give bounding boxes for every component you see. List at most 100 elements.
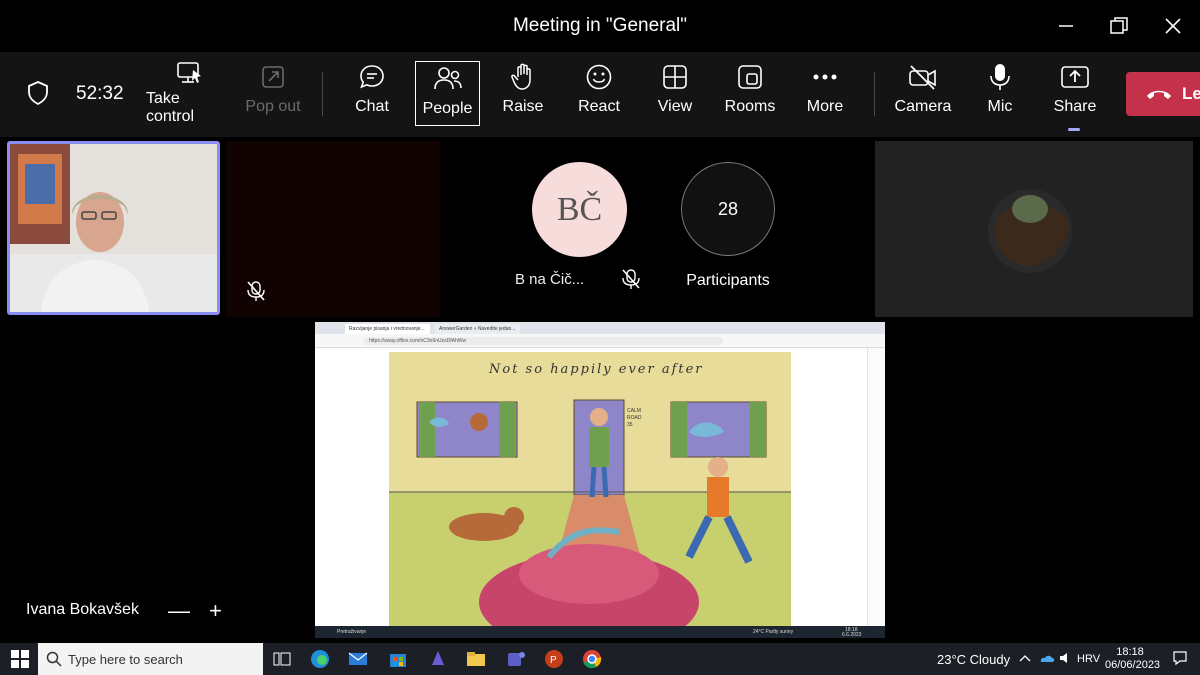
toolbar-divider (322, 72, 323, 116)
raise-hand-icon (511, 63, 531, 90)
chat-label: Chat (355, 98, 389, 115)
teams-icon[interactable] (506, 649, 526, 669)
file-explorer-icon[interactable] (466, 649, 486, 669)
windows-start-icon[interactable] (10, 649, 30, 669)
take-control-button[interactable]: Take control (146, 60, 232, 126)
leave-label: Le (1182, 84, 1200, 103)
clock-time: 18:18 (1116, 646, 1144, 658)
chat-icon (360, 65, 384, 89)
video-tile-bc[interactable] (444, 141, 870, 317)
volume-icon[interactable] (1059, 652, 1073, 667)
mic-off-icon (246, 280, 266, 307)
shared-taskbar-date: 6.6.2023 (842, 632, 862, 638)
language-indicator[interactable]: HRV (1077, 653, 1100, 665)
search-icon (46, 651, 62, 667)
people-icon (433, 67, 462, 90)
presenter-name: Ivana Bokavšek (26, 601, 139, 618)
drawing-title: Not so happily ever after (489, 362, 704, 377)
toolbar-divider (874, 72, 875, 116)
mic-off-icon (621, 268, 641, 295)
share-screen-icon (1061, 66, 1089, 88)
shared-tab-2: AnswerGarden » Navedite jedan... (435, 324, 520, 334)
share-active-indicator (1068, 128, 1080, 131)
mail-icon[interactable] (348, 649, 368, 669)
close-button[interactable] (1153, 10, 1193, 42)
meeting-toolbar: 52:32 Take control Pop out Chat People R… (0, 52, 1200, 137)
zoom-in-button[interactable]: + (209, 598, 222, 624)
window-title: Meeting in "General" (512, 15, 688, 36)
people-label: People (422, 100, 473, 117)
shared-browser-window[interactable]: Razvijanje pisanja i vrednovanje... Answ… (315, 322, 885, 638)
close-icon (1165, 18, 1181, 34)
react-button[interactable]: React (574, 60, 624, 126)
video-tile-participant-avatar[interactable] (875, 141, 1193, 317)
pop-out-button[interactable]: Pop out (242, 60, 304, 126)
rooms-label: Rooms (724, 98, 776, 115)
presenter-video (10, 144, 217, 312)
shared-drawing: Not so happily ever after CALM ROAD 35 (389, 352, 791, 626)
title-bar: Meeting in "General" (0, 0, 1200, 52)
chat-button[interactable]: Chat (345, 60, 399, 126)
participant-name-bc: B na Čič... (515, 271, 585, 288)
shared-taskbar-search: Pretraživanje (337, 629, 367, 635)
svg-text:P: P (550, 655, 557, 666)
view-button[interactable]: View (650, 60, 700, 126)
participant-avatar-bc: BČ (532, 162, 627, 257)
windows-taskbar: Type here to search P 23°C Cloudy HRV 18… (0, 643, 1200, 675)
mic-button[interactable]: Mic (980, 60, 1020, 126)
participants-label: Participants (686, 272, 770, 289)
camera-off-icon (909, 65, 936, 90)
more-icon (813, 74, 837, 80)
leave-button[interactable]: Le (1126, 72, 1200, 116)
taskbar-search-input[interactable]: Type here to search (38, 643, 263, 675)
view-label: View (657, 98, 693, 115)
powerpoint-icon[interactable]: P (544, 649, 564, 669)
minimize-icon (1059, 25, 1073, 27)
edge-icon[interactable] (310, 649, 330, 669)
task-view-icon[interactable] (272, 649, 292, 669)
people-button[interactable]: People (415, 61, 480, 126)
more-button[interactable]: More (800, 60, 850, 126)
taskbar-clock[interactable]: 18:18 06/06/2023 (1105, 646, 1161, 672)
minimize-button[interactable] (1046, 10, 1086, 42)
children-drawing (389, 352, 791, 626)
restore-button[interactable] (1099, 10, 1139, 42)
shield-icon (26, 80, 50, 111)
grid-view-icon (663, 65, 687, 89)
restore-icon (1110, 17, 1128, 34)
share-label: Share (1053, 98, 1097, 115)
rooms-button[interactable]: Rooms (724, 60, 776, 126)
drawing-sign: CALM ROAD 35 (627, 408, 642, 428)
pop-out-label: Pop out (245, 98, 301, 115)
shared-url: https://sway.office.com/nC3n6nUzsDfAhWw (363, 337, 723, 345)
more-label: More (806, 98, 844, 115)
shared-tab-bar: Razvijanje pisanja i vrednovanje... Answ… (315, 322, 885, 334)
video-tile-presenter[interactable] (7, 141, 220, 315)
store-icon[interactable] (388, 649, 408, 669)
meeting-timer: 52:32 (76, 83, 124, 104)
zoom-out-button[interactable]: — (168, 598, 190, 624)
chevron-up-icon[interactable] (1019, 652, 1031, 666)
react-label: React (578, 98, 620, 115)
shared-tab-1: Razvijanje pisanja i vrednovanje... (345, 324, 430, 334)
shared-address-bar: https://sway.office.com/nC3n6nUzsDfAhWw (315, 334, 885, 348)
mic-label: Mic (987, 98, 1013, 115)
notification-icon[interactable] (1172, 650, 1188, 669)
hang-up-icon (1147, 90, 1171, 99)
raise-hand-button[interactable]: Raise (498, 60, 548, 126)
video-tile-participant[interactable] (226, 141, 440, 317)
raise-label: Raise (502, 98, 544, 115)
share-button[interactable]: Share (1052, 60, 1098, 126)
smiley-icon (586, 64, 612, 90)
breakout-rooms-icon (738, 65, 762, 89)
clock-date: 06/06/2023 (1105, 659, 1161, 671)
shared-taskbar-weather: 24°C Partly sunny (753, 629, 794, 635)
participants-count[interactable]: 28 (681, 162, 775, 256)
onedrive-icon[interactable] (1039, 652, 1055, 666)
participant-avatar-image (988, 189, 1072, 273)
copilot-icon[interactable] (428, 649, 448, 669)
camera-button[interactable]: Camera (893, 60, 953, 126)
shared-browser-sidebar (867, 348, 885, 626)
taskbar-weather[interactable]: 23°C Cloudy (937, 652, 1010, 667)
chrome-icon[interactable] (582, 649, 602, 669)
